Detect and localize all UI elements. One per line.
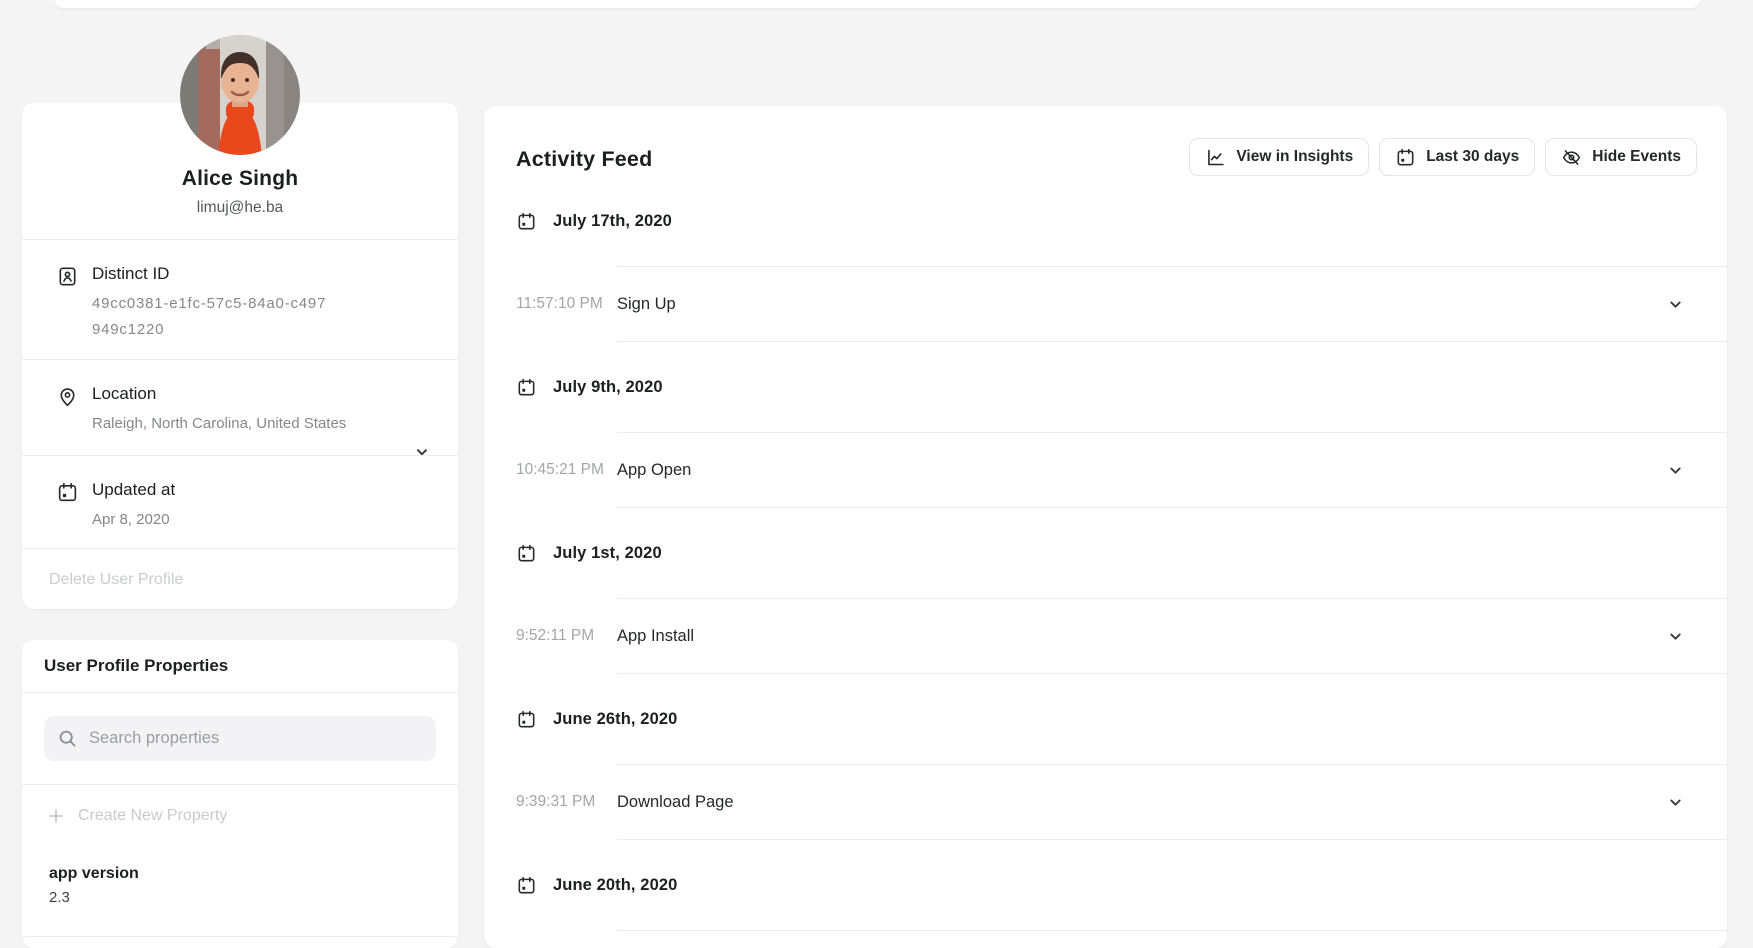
event-name: Download Page [617, 793, 1668, 812]
id-card-icon [56, 265, 79, 288]
search-box[interactable] [44, 716, 436, 761]
field-distinct-id: Distinct ID 49cc0381-e1fc-57c5-84a0-c497… [22, 240, 458, 360]
field-location: Location Raleigh, North Carolina, United… [22, 360, 458, 456]
hide-events-button[interactable]: Hide Events [1545, 138, 1697, 176]
top-nav-bottom-edge [55, 0, 1700, 8]
chevron-down-icon[interactable] [1668, 463, 1683, 478]
property-value: 2.3 [49, 889, 458, 906]
calendar-icon [56, 481, 79, 504]
location-value: Raleigh, North Carolina, United States [92, 411, 346, 437]
create-new-property-button[interactable]: Create New Property [22, 785, 458, 847]
properties-panel-title: User Profile Properties [22, 640, 458, 693]
calendar-icon [516, 875, 537, 896]
user-profile-properties-card: User Profile Properties Create New Prope… [22, 640, 458, 948]
last-30-days-button[interactable]: Last 30 days [1379, 138, 1535, 176]
activity-feed-title: Activity Feed [516, 147, 652, 176]
event-row[interactable]: 11:57:10 PM Sign Up [484, 267, 1727, 341]
avatar [180, 35, 300, 155]
property-name: app version [49, 865, 458, 883]
event-row[interactable]: 9:39:31 PM Download Page [484, 765, 1727, 839]
field-label: Updated at [92, 480, 175, 500]
profile-email: limuj@he.ba [22, 199, 458, 217]
date-label: June 20th, 2020 [553, 876, 677, 895]
event-row[interactable]: 9:52:11 PM App Install [484, 599, 1727, 673]
date-header: July 17th, 2020 [484, 176, 1727, 266]
date-label: June 26th, 2020 [553, 710, 677, 729]
event-time: 11:57:10 PM [516, 295, 617, 313]
delete-user-profile-button[interactable]: Delete User Profile [22, 549, 458, 610]
distinct-id-value: 49cc0381-e1fc-57c5-84a0-c497949c1220 [92, 291, 330, 342]
search-icon [58, 729, 77, 748]
eye-off-icon [1561, 147, 1582, 168]
chevron-down-icon[interactable] [1668, 297, 1683, 312]
date-header: June 20th, 2020 [484, 840, 1727, 930]
calendar-icon [516, 377, 537, 398]
activity-feed-header: Activity Feed View in Insights [484, 106, 1727, 176]
event-time: 10:45:21 PM [516, 461, 617, 479]
event-time: 9:39:31 PM [516, 793, 617, 811]
calendar-icon [1395, 147, 1416, 168]
date-header: July 1st, 2020 [484, 508, 1727, 598]
date-label: July 1st, 2020 [553, 544, 662, 563]
calendar-icon [516, 543, 537, 564]
chevron-down-icon[interactable] [1668, 629, 1683, 644]
feed-group: July 17th, 2020 11:57:10 PM Sign Up [484, 176, 1727, 342]
date-label: July 9th, 2020 [553, 378, 663, 397]
search-properties-section [22, 693, 458, 785]
calendar-icon [516, 709, 537, 730]
field-updated-at: Updated at Apr 8, 2020 [22, 456, 458, 549]
button-label: Hide Events [1592, 148, 1681, 166]
feed-group: June 26th, 2020 9:39:31 PM Download Page [484, 674, 1727, 840]
insights-icon [1205, 147, 1226, 168]
feed-group: June 20th, 2020 [484, 840, 1727, 931]
divider [22, 936, 458, 937]
updated-at-value: Apr 8, 2020 [92, 507, 175, 533]
calendar-icon [516, 211, 537, 232]
chevron-down-icon[interactable] [1668, 795, 1683, 810]
activity-feed-card: Activity Feed View in Insights [484, 106, 1727, 948]
field-label: Distinct ID [92, 264, 330, 284]
event-name: App Open [617, 461, 1668, 480]
profile-name: Alice Singh [22, 167, 458, 191]
view-in-insights-button[interactable]: View in Insights [1189, 138, 1369, 176]
date-label: July 17th, 2020 [553, 212, 672, 231]
date-header: July 9th, 2020 [484, 342, 1727, 432]
field-label: Location [92, 384, 346, 404]
feed-group: July 9th, 2020 10:45:21 PM App Open [484, 342, 1727, 508]
create-new-property-label: Create New Property [78, 807, 227, 825]
date-header: June 26th, 2020 [484, 674, 1727, 764]
button-label: View in Insights [1236, 148, 1353, 166]
button-label: Last 30 days [1426, 148, 1519, 166]
plus-icon [48, 808, 64, 824]
feed-actions: View in Insights Last 30 days [1189, 138, 1697, 176]
event-time: 9:52:11 PM [516, 627, 617, 645]
event-name: App Install [617, 627, 1668, 646]
feed-group: July 1st, 2020 9:52:11 PM App Install [484, 508, 1727, 674]
property-item: app version 2.3 [22, 847, 458, 936]
user-profile-card: Alice Singh limuj@he.ba Distinct ID 49cc… [22, 103, 458, 609]
divider [617, 930, 1727, 931]
location-pin-icon [56, 385, 79, 408]
event-name: Sign Up [617, 295, 1668, 314]
event-row[interactable]: 10:45:21 PM App Open [484, 433, 1727, 507]
search-properties-input[interactable] [89, 729, 422, 748]
